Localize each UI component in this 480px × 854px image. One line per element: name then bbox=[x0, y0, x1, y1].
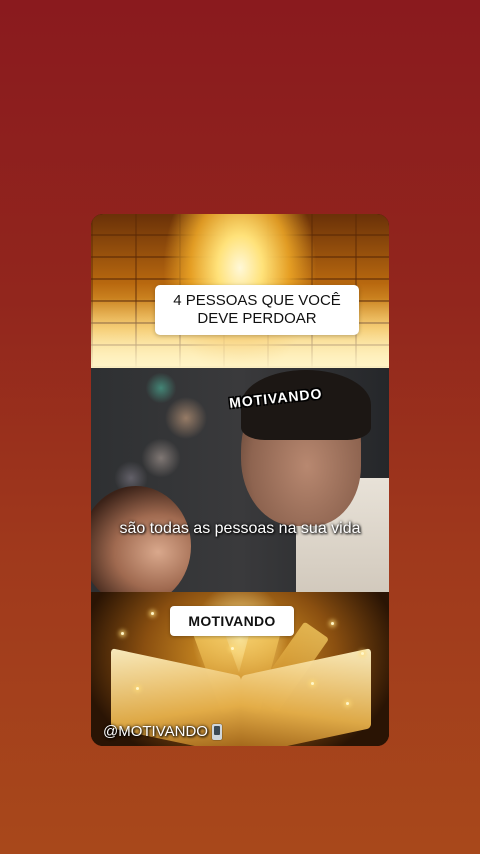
woman-figure bbox=[91, 486, 191, 592]
video-frame[interactable]: 4 PESSOAS QUE VOCÊ DEVE PERDOAR MOTIVAND… bbox=[91, 214, 389, 746]
sparkle bbox=[231, 647, 234, 650]
sparkle bbox=[361, 652, 364, 655]
brand-label: MOTIVANDO bbox=[170, 606, 294, 636]
sparkle bbox=[151, 612, 154, 615]
sparkle bbox=[346, 702, 349, 705]
sparkle bbox=[121, 632, 124, 635]
account-handle: @MOTIVANDO bbox=[103, 723, 222, 740]
movie-scene-panel: MOTIVANDO são todas as pessoas na sua vi… bbox=[91, 368, 389, 592]
sparkle bbox=[331, 622, 334, 625]
title-caption: 4 PESSOAS QUE VOCÊ DEVE PERDOAR bbox=[155, 285, 359, 335]
golden-light-panel: 4 PESSOAS QUE VOCÊ DEVE PERDOAR bbox=[91, 214, 389, 368]
sparkle bbox=[311, 682, 314, 685]
phone-icon bbox=[211, 723, 222, 740]
sparkle bbox=[136, 687, 139, 690]
golden-book-panel: MOTIVANDO @MOTIVANDO bbox=[91, 592, 389, 746]
handle-text: @MOTIVANDO bbox=[103, 723, 208, 740]
subtitle-caption: são todas as pessoas na sua vida bbox=[119, 520, 361, 537]
